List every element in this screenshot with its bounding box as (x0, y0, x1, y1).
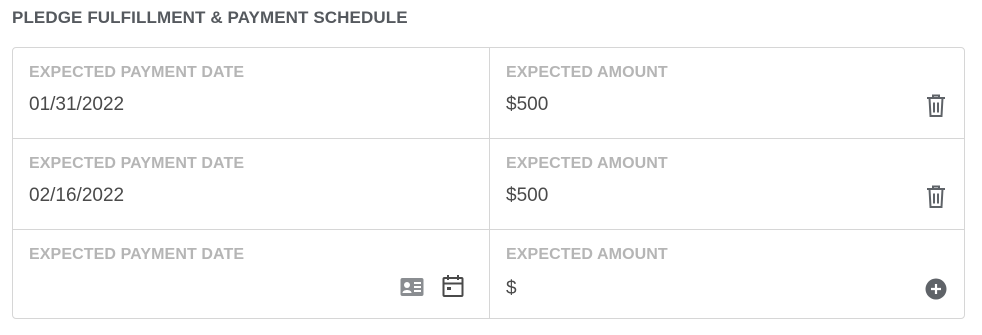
add-circle-icon[interactable] (924, 277, 948, 301)
schedule-row: EXPECTED PAYMENT DATE EXPECTED AMOUNT $ (13, 229, 964, 318)
trash-icon[interactable] (924, 185, 948, 209)
amount-cell: EXPECTED AMOUNT $500 (490, 48, 964, 139)
payment-date-label: EXPECTED PAYMENT DATE (29, 64, 245, 81)
payment-date-label: EXPECTED PAYMENT DATE (29, 155, 245, 172)
payment-date-value[interactable]: 01/31/2022 (29, 94, 329, 116)
payment-date-cell: EXPECTED PAYMENT DATE 01/31/2022 (13, 48, 490, 139)
section-title: PLEDGE FULFILLMENT & PAYMENT SCHEDULE (12, 8, 408, 27)
payment-date-cell: EXPECTED PAYMENT DATE (13, 230, 490, 318)
payment-date-input[interactable] (29, 274, 329, 296)
amount-label: EXPECTED AMOUNT (506, 155, 668, 172)
amount-label: EXPECTED AMOUNT (506, 64, 668, 81)
schedule-row: EXPECTED PAYMENT DATE 02/16/2022 EXPECTE… (13, 138, 964, 229)
contact-card-icon[interactable] (400, 275, 424, 299)
amount-input[interactable]: $ (506, 278, 806, 300)
amount-cell: EXPECTED AMOUNT $500 (490, 139, 964, 229)
payment-schedule-table: EXPECTED PAYMENT DATE 01/31/2022 EXPECTE… (12, 47, 965, 319)
amount-value[interactable]: $500 (506, 185, 806, 207)
payment-date-label: EXPECTED PAYMENT DATE (29, 246, 245, 263)
amount-cell: EXPECTED AMOUNT $ (490, 230, 964, 318)
payment-date-cell: EXPECTED PAYMENT DATE 02/16/2022 (13, 139, 490, 229)
payment-date-value[interactable]: 02/16/2022 (29, 185, 329, 207)
trash-icon[interactable] (924, 94, 948, 118)
amount-label: EXPECTED AMOUNT (506, 246, 668, 263)
calendar-icon[interactable] (441, 274, 465, 298)
schedule-row: EXPECTED PAYMENT DATE 01/31/2022 EXPECTE… (13, 48, 964, 139)
amount-value[interactable]: $500 (506, 94, 806, 116)
